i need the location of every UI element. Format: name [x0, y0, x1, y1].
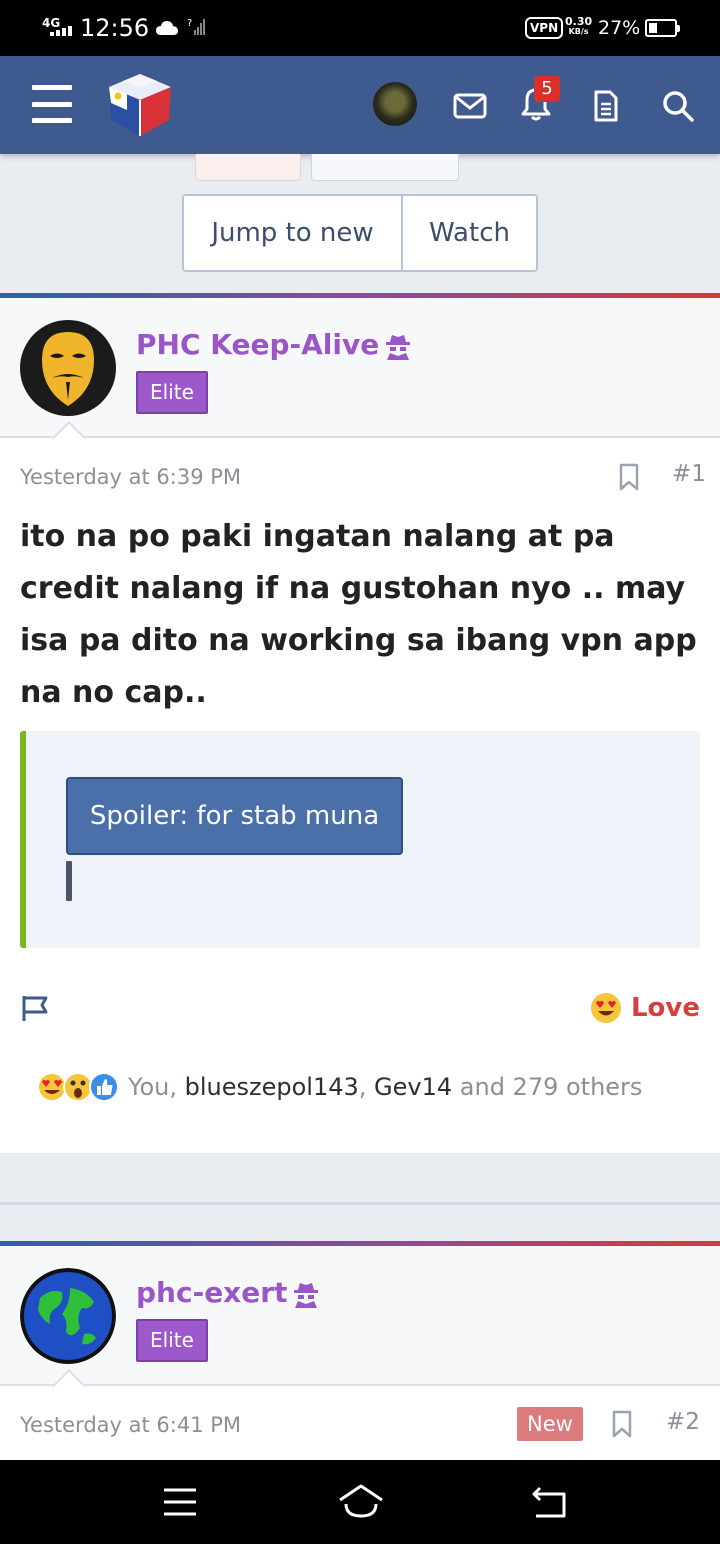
spoiler-button[interactable]: Spoiler: for stab muna: [66, 777, 403, 855]
bookmark-icon[interactable]: [611, 1410, 633, 1438]
system-nav-bar: [0, 1460, 720, 1544]
love-reaction-button[interactable]: Love: [589, 991, 700, 1025]
post-date[interactable]: Yesterday at 6:39 PM: [20, 463, 241, 491]
post-separator: [0, 1153, 720, 1205]
vpn-indicator: VPN: [525, 17, 564, 39]
user-avatar[interactable]: [373, 82, 417, 126]
speed-unit: KB/s: [568, 27, 589, 36]
bookmark-icon[interactable]: [618, 463, 640, 491]
post-user-block: phc-exert Elite: [0, 1246, 720, 1386]
user-rank-badge: Elite: [136, 371, 208, 414]
hamburger-menu-icon[interactable]: [30, 85, 74, 123]
partial-button[interactable]: [195, 154, 301, 181]
clock: 12:56: [80, 14, 150, 42]
username-text: phc-exert: [136, 1276, 288, 1309]
username-text: PHC Keep-Alive: [136, 328, 380, 361]
battery-icon: [645, 19, 680, 37]
avatar[interactable]: [20, 1268, 116, 1364]
new-post-badge: New: [517, 1407, 583, 1441]
reactions-separator: ,: [358, 1073, 375, 1101]
jump-to-new-button[interactable]: Jump to new: [184, 196, 403, 270]
love-label: Love: [630, 993, 700, 1023]
reactions-summary[interactable]: You, blueszepol143, Gev14 and 279 others: [36, 1071, 642, 1103]
watch-button[interactable]: Watch: [403, 196, 536, 270]
avatar[interactable]: [20, 320, 116, 416]
reactions-suffix[interactable]: and 279 others: [452, 1073, 643, 1101]
cloud-icon: [156, 21, 178, 35]
spoiler-content-marker: [66, 861, 72, 901]
reactions-prefix: You,: [128, 1073, 185, 1101]
reaction-user-link[interactable]: Gev14: [374, 1073, 452, 1101]
post-date[interactable]: Yesterday at 6:41 PM: [20, 1411, 241, 1439]
network-speed: 0.30 KB/s: [565, 16, 592, 37]
reactions-text: You, blueszepol143, Gev14 and 279 others: [128, 1073, 642, 1101]
post-username[interactable]: phc-exert: [136, 1276, 319, 1310]
post: phc-exert Elite Yesterday at 6:41 PM New…: [0, 1241, 720, 1460]
user-rank-badge: Elite: [136, 1319, 208, 1362]
flag-icon[interactable]: [20, 993, 50, 1023]
post-number[interactable]: #1: [672, 459, 706, 489]
sim-signal-icon: ?: [187, 18, 205, 40]
spy-icon: [386, 335, 411, 360]
post-number[interactable]: #2: [666, 1407, 700, 1437]
reaction-user-link[interactable]: blueszepol143: [185, 1073, 359, 1101]
post-body-text: ito na po paki ingatan nalang at pa cred…: [20, 519, 697, 710]
document-icon[interactable]: [586, 86, 626, 126]
site-logo[interactable]: [105, 70, 175, 140]
recent-apps-icon[interactable]: [158, 1482, 202, 1522]
post-username[interactable]: PHC Keep-Alive: [136, 328, 411, 362]
spy-icon: [294, 1283, 319, 1308]
search-icon[interactable]: [656, 84, 700, 128]
thread-action-group: Jump to new Watch: [182, 194, 538, 272]
battery-percent: 27%: [598, 17, 641, 39]
spoiler-block: Spoiler: for stab muna: [20, 731, 700, 948]
envelope-icon[interactable]: [450, 86, 490, 126]
sim-label: ?: [187, 18, 193, 29]
notification-count-badge: 5: [534, 76, 560, 102]
status-bar: 4G 12:56 ? VPN 0.30 KB/s 27%: [0, 0, 720, 56]
partial-button[interactable]: [311, 154, 459, 181]
signal-icon: [50, 26, 72, 36]
speed-value: 0.30: [565, 15, 593, 28]
home-icon[interactable]: [336, 1482, 386, 1522]
like-emoji-icon: [89, 1072, 119, 1102]
post-user-block: PHC Keep-Alive Elite: [0, 298, 720, 438]
app-header: 5: [0, 56, 720, 154]
heart-eyes-emoji-icon: [590, 993, 621, 1023]
back-icon[interactable]: [528, 1482, 572, 1522]
post: PHC Keep-Alive Elite Yesterday at 6:39 P…: [0, 293, 720, 1153]
